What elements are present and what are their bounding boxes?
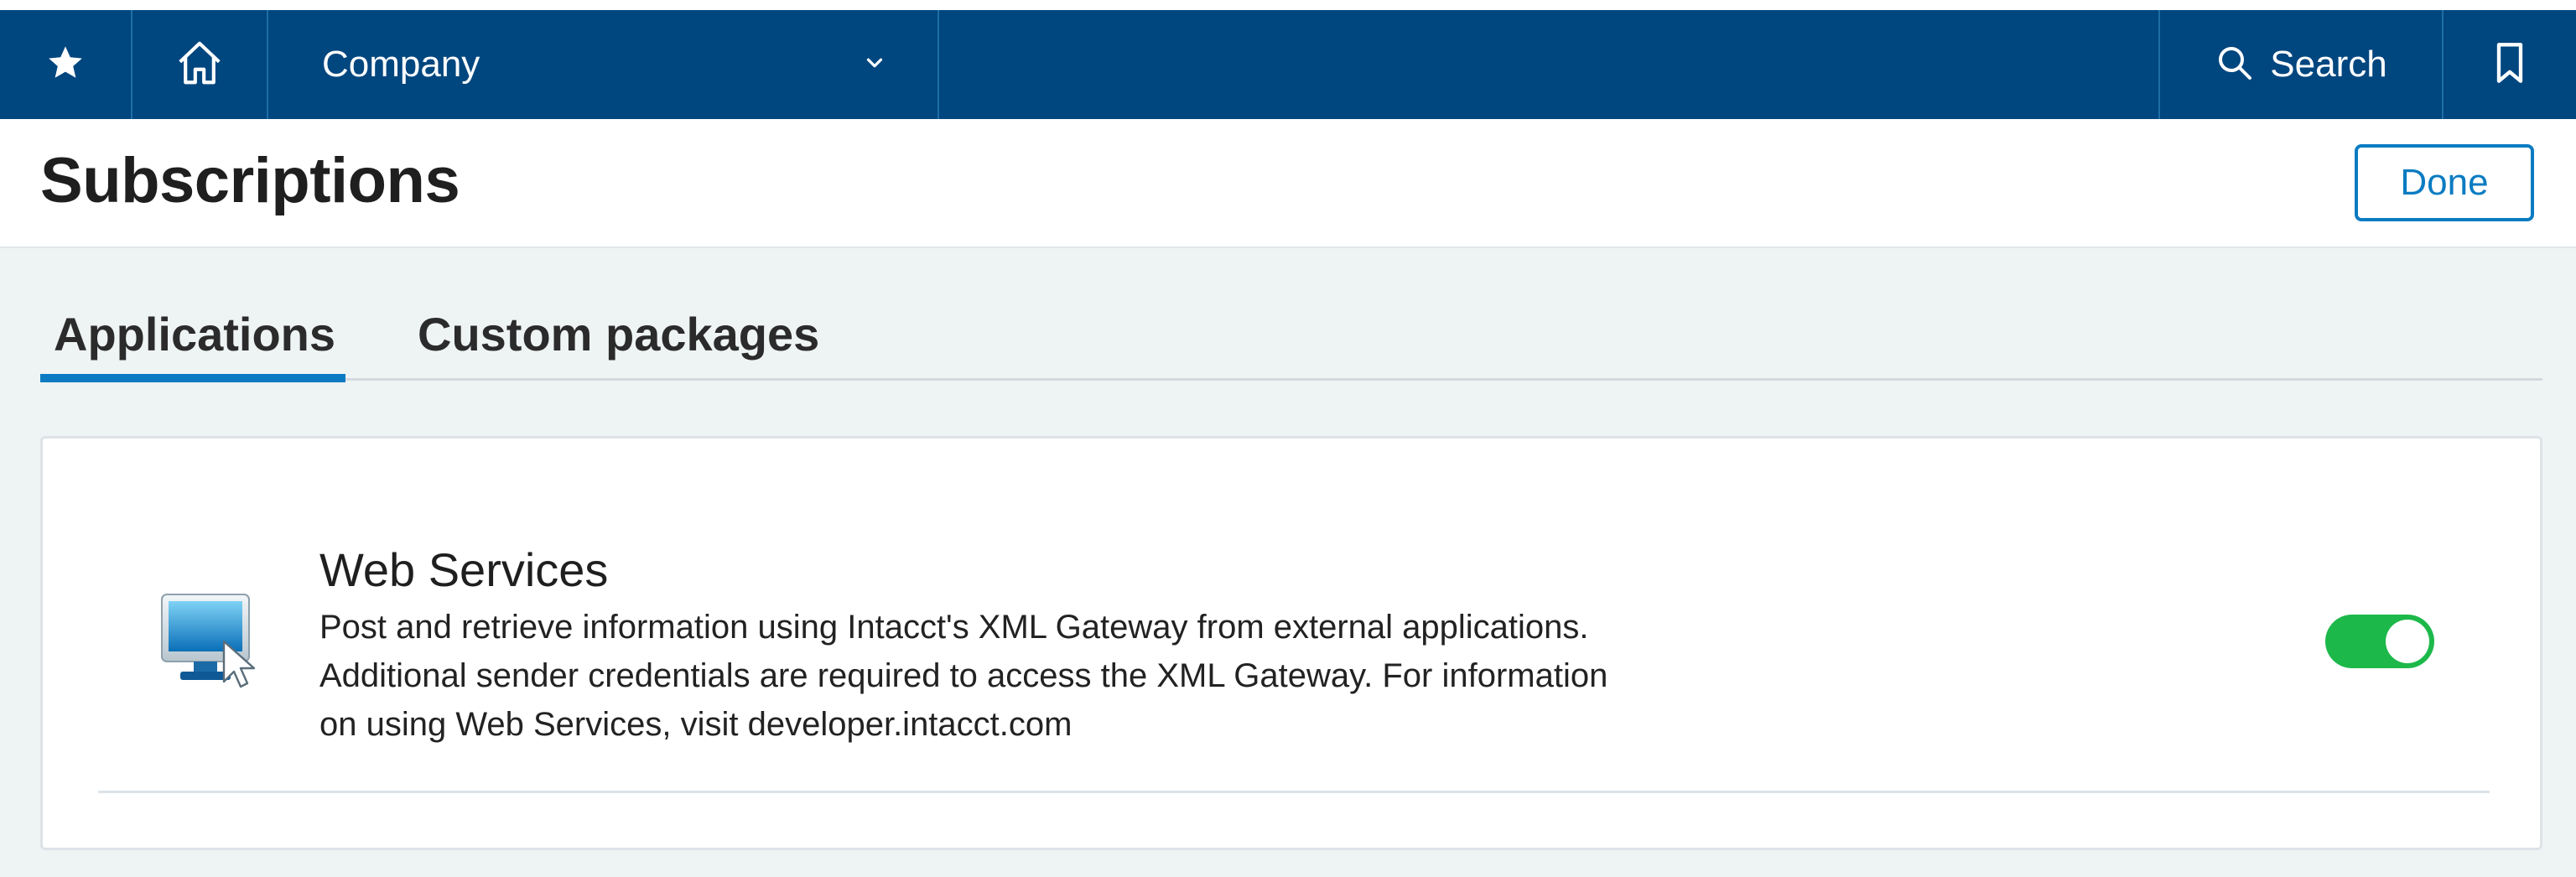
company-dropdown-label: Company <box>322 44 480 85</box>
home-button[interactable] <box>132 10 268 119</box>
computer-monitor-icon <box>157 588 261 692</box>
top-nav-bar: Company Search <box>0 10 2576 119</box>
done-button[interactable]: Done <box>2355 144 2534 221</box>
search-label: Search <box>2270 44 2387 85</box>
card-divider <box>98 791 2490 793</box>
chevron-down-icon <box>862 50 887 80</box>
toggle-knob <box>2386 620 2429 663</box>
application-description: Post and retrieve information using Inta… <box>319 609 1608 743</box>
home-icon <box>174 37 226 93</box>
tab-applications[interactable]: Applications <box>54 307 335 361</box>
company-dropdown[interactable]: Company <box>268 10 939 119</box>
top-strip <box>0 0 2576 10</box>
subscription-toggle[interactable] <box>2325 615 2434 668</box>
page-header: Subscriptions Done <box>0 119 2576 248</box>
tab-bar: Applications Custom packages <box>40 300 2542 382</box>
topbar-spacer <box>939 10 2160 119</box>
page-title: Subscriptions <box>40 145 460 216</box>
favorites-button[interactable] <box>0 10 132 119</box>
star-icon <box>45 43 86 87</box>
bookmark-button[interactable] <box>2444 10 2576 119</box>
search-icon <box>2215 43 2255 87</box>
active-tab-indicator <box>40 374 345 382</box>
application-card: Web Services Post and retrieve informati… <box>40 436 2542 850</box>
search-button[interactable]: Search <box>2160 10 2444 119</box>
bookmark-icon <box>2491 41 2528 89</box>
tab-custom-packages[interactable]: Custom packages <box>418 307 819 361</box>
application-title: Web Services <box>319 543 609 596</box>
